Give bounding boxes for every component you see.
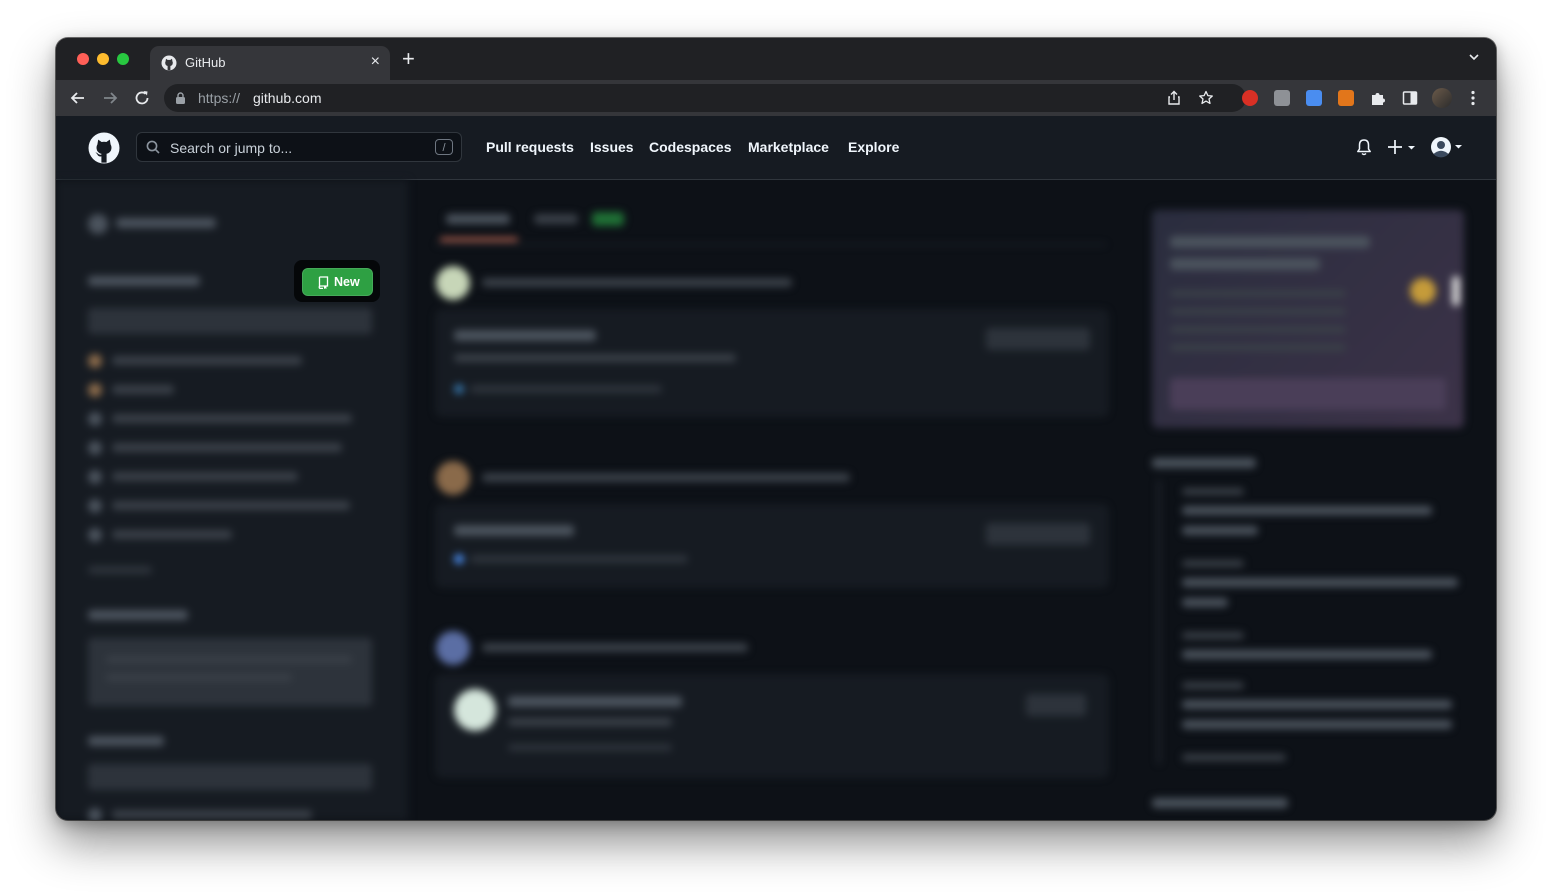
extension-download-icon[interactable]	[1306, 90, 1322, 106]
github-favicon-icon	[161, 55, 177, 71]
nav-marketplace[interactable]: Marketplace	[748, 139, 829, 155]
blurred-dashboard	[56, 180, 1496, 820]
browser-tab-github[interactable]: GitHub ×	[150, 46, 390, 80]
new-tab-button[interactable]: +	[402, 48, 415, 70]
side-panel-icon[interactable]	[1402, 90, 1418, 106]
new-repository-button[interactable]: New	[302, 268, 373, 296]
minimize-window-button[interactable]	[97, 53, 109, 65]
url-scheme: https://	[198, 90, 241, 106]
browser-menu-icon[interactable]	[1471, 90, 1475, 106]
search-input[interactable]: Search or jump to... /	[136, 132, 462, 162]
nav-issues[interactable]: Issues	[590, 139, 634, 155]
github-header: Search or jump to... / Pull requests Iss…	[56, 116, 1496, 180]
browser-toolbar: https:// github.com	[56, 80, 1496, 116]
maximize-window-button[interactable]	[117, 53, 129, 65]
search-icon	[146, 140, 160, 154]
notifications-bell-icon[interactable]	[1356, 138, 1372, 156]
create-new-plus-icon[interactable]	[1388, 138, 1418, 156]
new-button-label: New	[334, 275, 360, 289]
bookmark-star-icon[interactable]	[1198, 90, 1214, 106]
search-placeholder: Search or jump to...	[170, 140, 293, 156]
lock-icon[interactable]	[175, 92, 186, 104]
github-logo-icon[interactable]	[88, 132, 120, 164]
url-host: github.com	[253, 90, 322, 106]
extension-camera-icon[interactable]	[1274, 90, 1290, 106]
reload-icon[interactable]	[132, 88, 152, 108]
close-window-button[interactable]	[77, 53, 89, 65]
dashboard-content: New	[56, 180, 1496, 820]
browser-tab-bar: GitHub × +	[56, 38, 1496, 80]
nav-pull-requests[interactable]: Pull requests	[486, 139, 574, 155]
address-bar[interactable]: https:// github.com	[164, 84, 1246, 112]
browser-window: GitHub × + https:// github.com Search or…	[56, 38, 1496, 820]
tab-close-icon[interactable]: ×	[371, 53, 380, 71]
share-icon[interactable]	[1166, 90, 1182, 106]
back-arrow-icon[interactable]	[68, 88, 88, 108]
browser-profile-avatar[interactable]	[1432, 88, 1452, 108]
extensions-puzzle-icon[interactable]	[1370, 90, 1386, 106]
nav-codespaces[interactable]: Codespaces	[649, 139, 731, 155]
tab-title: GitHub	[185, 55, 226, 70]
user-avatar-menu[interactable]	[1430, 136, 1464, 158]
search-shortcut-key: /	[435, 139, 453, 155]
extension-red-icon[interactable]	[1242, 90, 1258, 106]
repo-book-icon	[318, 276, 329, 289]
nav-explore[interactable]: Explore	[848, 139, 899, 155]
extension-metamask-icon[interactable]	[1338, 90, 1354, 106]
chevron-down-icon[interactable]	[1468, 51, 1480, 63]
forward-arrow-icon[interactable]	[100, 88, 120, 108]
